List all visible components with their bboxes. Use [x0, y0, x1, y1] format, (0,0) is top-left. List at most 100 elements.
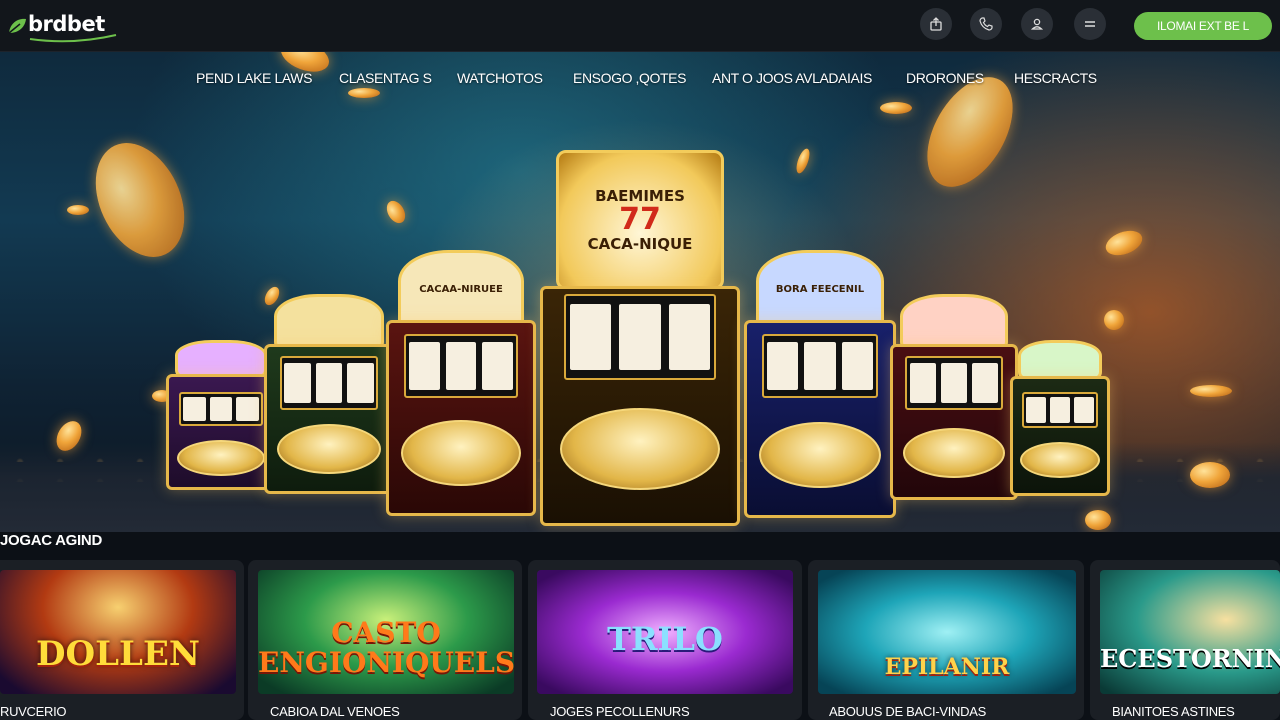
nav-item-2[interactable]: CLASENTAG S [339, 70, 432, 86]
game-caption: CABIOA DAL VENOES [270, 704, 400, 719]
menu-icon [1085, 21, 1095, 27]
coin-decoration [67, 205, 89, 215]
machine-plate [902, 428, 1006, 478]
reel [841, 342, 873, 390]
machine-marquee: CACAA-NIRUEE [398, 250, 524, 328]
slot-machine[interactable]: CACAA-NIRUEE [386, 250, 536, 516]
machine-reels [279, 356, 379, 410]
main-machine-plate [560, 408, 720, 490]
nav-item-6[interactable]: DRORONES [906, 70, 984, 86]
game-title: CASTO ENGIONIQUELS [258, 616, 514, 679]
leaf-icon [8, 18, 26, 34]
slot-machine[interactable] [1010, 340, 1110, 496]
reel [236, 397, 259, 421]
coin-decoration [1085, 510, 1111, 530]
game-title: DOLLEN [36, 634, 200, 674]
reel [347, 363, 374, 403]
reel [767, 342, 799, 390]
nav-item-4[interactable]: ENSOGO ,QOTES [573, 70, 686, 86]
game-title: TRILO [607, 620, 723, 658]
game-thumbnail: CASTO ENGIONIQUELS [258, 570, 514, 694]
reel [209, 397, 233, 421]
section-title: JOGAC AGIND [0, 532, 102, 549]
machine-marquee [174, 340, 268, 378]
coin-decoration [1190, 462, 1230, 488]
game-card[interactable]: CASTO ENGIONIQUELS CABIOA DAL VENOES [248, 560, 522, 720]
nav-item-7[interactable]: HESCRACTS [1014, 70, 1097, 86]
machine-reels [404, 334, 518, 398]
machine-marquee [1018, 340, 1102, 380]
reel [804, 342, 836, 390]
reel [619, 304, 661, 370]
user-icon [1030, 18, 1044, 30]
machine-marquee [274, 294, 384, 350]
coin-decoration [78, 128, 202, 272]
reel [1025, 397, 1047, 423]
slot-machine[interactable] [264, 294, 394, 494]
reel [408, 342, 440, 390]
game-thumbnail: TRILO [537, 570, 793, 694]
main-machine-marquee: BAEMIMES 77 CACA-NIQUE [556, 150, 724, 290]
category-nav: PEND LAKE LAWS CLASENTAG S WATCHOTOS ENS… [0, 70, 1280, 92]
coin-decoration [793, 147, 813, 175]
menu-button[interactable] [1074, 8, 1106, 40]
machine-title: BORA FEECENIL [775, 283, 865, 295]
nav-item-5[interactable]: ANT O JOOS AVLADAIAIS [712, 70, 872, 86]
reel [1049, 397, 1071, 423]
reel [909, 363, 936, 403]
slot-machine[interactable] [166, 340, 276, 490]
game-cards-row: DOLLEN RUVCERIO CASTO ENGIONIQUELS CABIO… [0, 560, 1280, 720]
nav-item-3[interactable]: WATCHOTOS [457, 70, 543, 86]
reel [445, 342, 477, 390]
phone-button[interactable] [970, 8, 1002, 40]
reel [284, 363, 311, 403]
machine-plate [1020, 442, 1100, 478]
machine-reels [905, 356, 1003, 410]
game-caption: ABOUUS DE BACI-VINDAS [829, 704, 986, 719]
coin-decoration [1190, 385, 1232, 397]
game-title: ECESTORNINIU [1100, 644, 1280, 673]
game-title: EPILANIR [884, 654, 1010, 680]
main-slot-machine[interactable]: BAEMIMES 77 CACA-NIQUE [540, 150, 740, 526]
coin-decoration [880, 102, 912, 114]
register-button[interactable]: ILOMAI EXT BE L [1134, 12, 1272, 40]
nav-item-1[interactable]: PEND LAKE LAWS [196, 70, 312, 86]
coin-decoration [1104, 310, 1124, 330]
game-thumbnail: DOLLEN [0, 570, 236, 694]
coin-decoration [383, 197, 409, 227]
machine-plate [177, 440, 265, 476]
machine-reels [179, 392, 263, 426]
reel [668, 304, 711, 370]
game-card[interactable]: DOLLEN RUVCERIO [0, 560, 244, 720]
machine-plate [277, 424, 381, 474]
game-caption: BIANITOES ASTINES [1112, 704, 1235, 719]
reel [482, 342, 514, 390]
game-card[interactable]: TRILO JOGES PECOLLENURS [528, 560, 802, 720]
game-card[interactable]: EPILANIR ABOUUS DE BACI-VINDAS [808, 560, 1084, 720]
share-button[interactable] [920, 8, 952, 40]
reel [315, 363, 343, 403]
machine-reels [1022, 392, 1098, 428]
share-icon [930, 17, 942, 31]
game-caption: RUVCERIO [0, 704, 67, 719]
main-machine-bottom-text: CACA-NIQUE [587, 235, 693, 253]
machine-plate [401, 420, 521, 486]
reel [972, 363, 999, 403]
slot-machine[interactable]: BORA FEECENIL [744, 250, 896, 518]
game-card[interactable]: ECESTORNINIU BIANITOES ASTINES [1090, 560, 1280, 720]
user-button[interactable] [1021, 8, 1053, 40]
phone-icon [979, 17, 993, 31]
game-thumbnail: ECESTORNINIU [1100, 570, 1280, 694]
top-bar: brdbet ILOMAI EXT BE L [0, 0, 1280, 52]
main-machine-reels [564, 294, 716, 380]
reel [183, 397, 206, 421]
machine-title: CACAA-NIRUEE [419, 283, 503, 295]
coin-decoration [1102, 226, 1146, 260]
slot-machine[interactable] [890, 294, 1018, 500]
game-thumbnail: EPILANIR [818, 570, 1076, 694]
brand-logo[interactable]: brdbet [6, 11, 117, 43]
reel [569, 304, 612, 370]
logo-swoosh [29, 34, 117, 43]
reel [940, 363, 968, 403]
hero-banner: PEND LAKE LAWS CLASENTAG S WATCHOTOS ENS… [0, 52, 1280, 532]
